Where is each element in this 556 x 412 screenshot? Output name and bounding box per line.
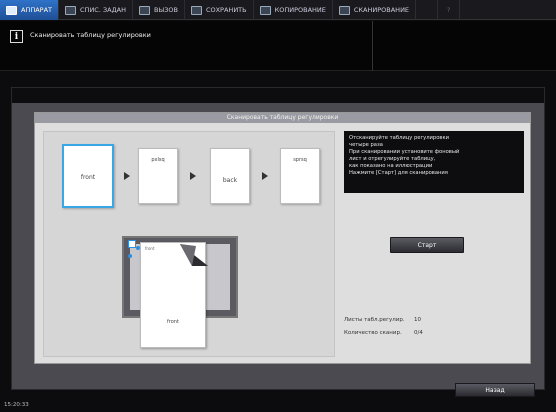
instruction-line: как показано на иллюстрации [349,163,433,169]
stat-label: Количество сканир. [344,329,402,336]
corner-marker-icon [128,240,136,248]
illustration: front pxlsq back sprsq front front [43,131,335,357]
sheet-2: pxlsq [138,148,178,204]
instruction-line: четыре раза [349,142,383,148]
sheet-front: front [62,144,114,208]
save-icon [190,5,202,15]
sheet-back: back [210,148,250,204]
copy-icon [259,5,271,15]
tab-machine[interactable]: АППАРАТ [0,0,60,20]
paper-label-bottom: front [167,319,179,325]
tab-save[interactable]: СОХРАНИТЬ [185,0,254,20]
tab-bar: АППАРАТ СПИС. ЗАДАН ВЫЗОВ СОХРАНИТЬ КОПИ… [0,0,556,20]
scan-stats: Листы табл.регулир. 10 Количество сканир… [344,313,524,339]
sheet-label: front [80,174,96,181]
arrow-icon [190,172,196,180]
tab-label: СПИС. ЗАДАН [80,6,127,14]
recall-icon [139,5,151,15]
dialog-title: Сканировать таблицу регулировки [35,113,530,123]
tab-label: СКАНИРОВАНИЕ [353,6,410,14]
stat-label: Листы табл.регулир. [344,316,405,323]
message-bar: i Сканировать таблицу регулировки [0,21,556,71]
stat-value: 0/4 [414,329,423,336]
tab-label: СОХРАНИТЬ [205,6,247,14]
divider [372,21,373,71]
tab-copy[interactable]: КОПИРОВАНИЕ [254,0,333,20]
page-fold-icon [180,244,208,266]
tab-label: ВЫЗОВ [154,6,178,14]
paper-label-top: front [145,246,155,251]
instruction-line: При сканировании установите фоновый [349,149,460,155]
arrow-icon [262,172,268,180]
clock: 15:20:33 [4,402,29,408]
info-icon: i [10,30,23,43]
scan-icon [338,5,350,15]
job-list-icon [65,5,77,15]
tab-extra[interactable] [416,0,439,20]
tab-recall[interactable]: ВЫЗОВ [133,0,185,20]
main-area: Сканировать таблицу регулировки front px… [11,87,545,390]
sheet-label: sprsq [293,157,307,163]
message-text: Сканировать таблицу регулировки [30,31,151,39]
dialog-panel: Сканировать таблицу регулировки front px… [34,112,531,364]
tab-scan[interactable]: СКАНИРОВАНИЕ [333,0,417,20]
tab-label: КОПИРОВАНИЕ [274,6,326,14]
marker-dot-icon [128,254,132,258]
back-button[interactable]: Назад [455,383,535,397]
sheet-4: sprsq [280,148,320,204]
instruction-line: лист и отрегулируйте таблицу, [349,156,436,162]
tab-help[interactable]: ? [438,0,461,20]
instructions-panel: Отсканируйте таблицу регулировки четыре … [344,131,524,193]
instruction-line: Нажмите [Старт] для сканирования [349,170,448,176]
tab-job-list[interactable]: СПИС. ЗАДАН [59,0,134,20]
marker-dot-icon [136,246,140,250]
instruction-line: Отсканируйте таблицу регулировки [349,135,449,141]
sheet-label: pxlsq [151,157,165,163]
stat-row: Листы табл.регулир. 10 [344,313,524,326]
start-button[interactable]: Старт [390,237,464,253]
tab-label: АППАРАТ [21,6,53,14]
stat-row: Количество сканир. 0/4 [344,326,524,339]
stat-value: 10 [414,316,421,323]
sheet-label: back [222,177,238,184]
machine-icon [6,5,17,15]
arrow-icon [124,172,130,180]
help-label: ? [446,6,451,14]
title-strip [12,88,544,103]
